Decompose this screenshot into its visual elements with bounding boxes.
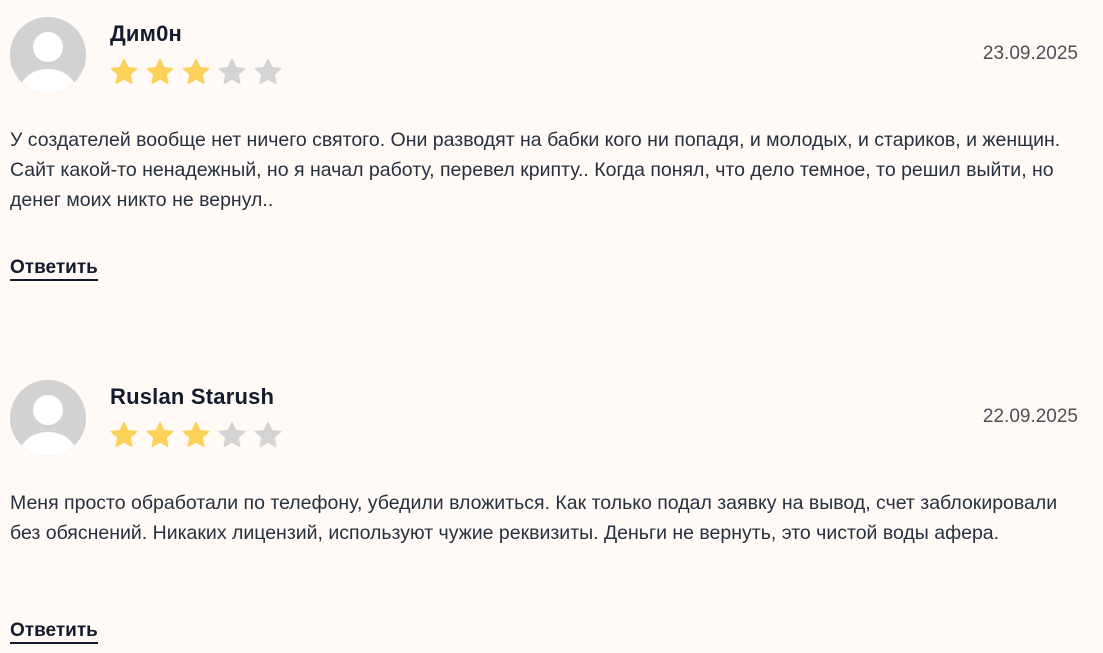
review-header: Ruslan Starush 22.09.2025 [10, 380, 1078, 460]
star-empty-icon [254, 58, 282, 85]
star-empty-icon [254, 421, 282, 448]
user-placeholder-icon [10, 380, 86, 456]
star-filled-icon [110, 58, 138, 85]
rating-stars [109, 57, 283, 89]
avatar [10, 380, 86, 456]
review-author: Дим0н [110, 21, 182, 46]
star-empty-icon [218, 58, 246, 85]
review-date: 22.09.2025 [982, 406, 1078, 427]
review-card: Дим0н 23.09.2025 У создателей вообще нет… [10, 17, 1078, 281]
star-empty-icon [218, 421, 246, 448]
star-filled-icon [182, 421, 210, 448]
review-date: 23.09.2025 [982, 43, 1078, 64]
review-card: Ruslan Starush 22.09.2025 Меня просто об… [10, 380, 1078, 644]
review-header: Дим0н 23.09.2025 [10, 17, 1078, 97]
review-text: У создателей вообще нет ничего святого. … [10, 129, 1061, 211]
star-filled-icon [146, 58, 174, 85]
review-text: Меня просто обработали по телефону, убед… [10, 492, 1058, 544]
star-filled-icon [110, 421, 138, 448]
reply-link[interactable]: Ответить [10, 257, 98, 281]
user-placeholder-icon [10, 17, 86, 93]
star-filled-icon [182, 58, 210, 85]
rating-stars [109, 420, 283, 452]
star-filled-icon [146, 421, 174, 448]
review-author: Ruslan Starush [110, 384, 275, 409]
avatar [10, 17, 86, 93]
reply-link[interactable]: Ответить [10, 620, 98, 644]
